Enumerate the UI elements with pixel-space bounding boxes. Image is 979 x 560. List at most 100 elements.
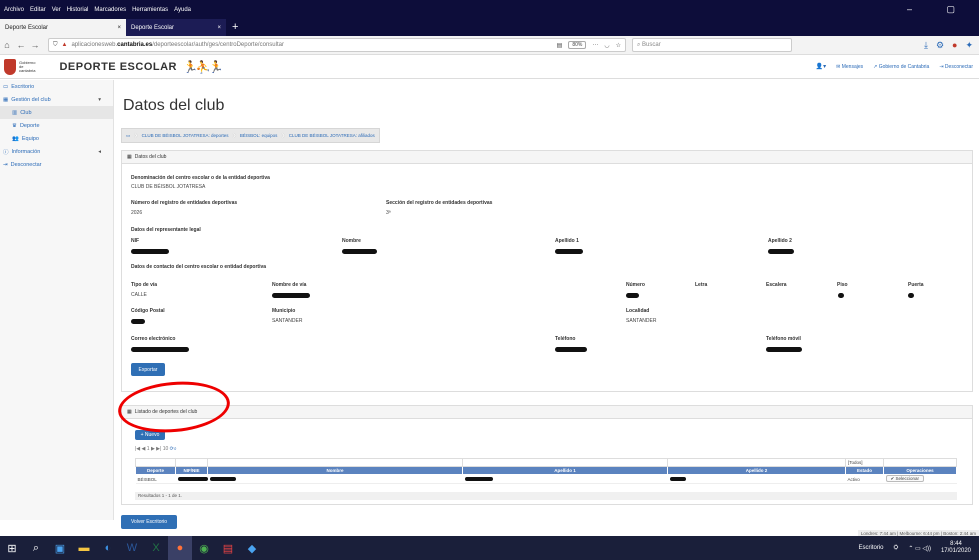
col-deporte[interactable]: Deporte [135,466,176,475]
gobierno-logo[interactable]: Gobierno de cantabria [4,58,36,75]
club-data-panel: ▦ Datos del club Denominación del centro … [121,150,973,392]
star-icon[interactable]: ☆ [616,42,621,49]
pocket-icon[interactable]: ◡ [604,42,609,49]
breadcrumb: ▭ › CLUB DE BÉISBOL JOTATRESA: deportes … [121,128,380,143]
col-nombre[interactable]: Nombre [207,466,463,475]
escalera-label: Escalera [766,282,787,288]
pager-controls[interactable]: |◀ ◀ 1 ▶ ▶| 10 [135,446,168,452]
puerta-label: Puerta [908,282,924,288]
tray-icons[interactable]: ⌃ ▭ ◁)) [908,545,931,552]
filter-cell[interactable] [462,458,668,467]
breadcrumb-separator: › [134,129,138,141]
redacted-apellido1 [464,477,493,482]
filter-cell[interactable] [175,458,208,467]
close-icon[interactable]: × [117,25,121,31]
back-to-desktop-button[interactable]: Volver Escritorio [121,515,177,529]
file-explorer-icon[interactable]: ▬ [72,536,96,560]
cell-nombre [207,474,463,484]
edge-icon[interactable]: ◐ [96,536,120,560]
tipovia-value: CALLE [131,292,147,298]
panel-header: ▦ Datos del club [122,151,972,164]
window-controls[interactable]: – ▢ [907,4,971,15]
panel-title: Datos del club [134,154,167,160]
app-header: Gobierno de cantabria DEPORTE ESCOLAR 🏃⛹… [0,55,979,79]
nombrevia-label: Nombre de vía [272,282,307,288]
table-header-row: Deporte NIF/NIE Nombre Apellido 1 Apelli… [135,466,957,475]
nombre-label: Nombre [342,238,361,244]
clock[interactable]: 8:44 17/01/2020 [941,541,971,555]
menu-marcadores[interactable]: Marcadores [94,7,126,13]
menu-herramientas[interactable]: Herramientas [132,7,168,13]
col-operaciones: Operaciones [883,466,957,475]
addon-icon[interactable]: ✦ [965,40,973,51]
breadcrumb-item-deportes[interactable]: CLUB DE BÉISBOL JOTATRESA: deportes [142,133,229,138]
windows-start-icon[interactable]: ⊞ [0,536,24,560]
search-input[interactable]: ⌕ Buscar [632,38,792,52]
select-button[interactable]: ✔ Seleccionar [885,475,925,482]
seccion-label: Sección del registro de entidades deport… [386,200,493,206]
firefox-icon[interactable]: ● [168,536,192,560]
lock-icon: ▲ [61,42,68,48]
chrome-icon[interactable]: ◉ [192,536,216,560]
filter-cell[interactable] [135,458,176,467]
home-icon[interactable]: ⌂ [0,40,14,50]
filter-estado[interactable]: [Todos] [845,458,884,467]
filter-cell[interactable] [207,458,463,467]
sidebar-item-gestion[interactable]: ▦ Gestión del club ▾ [0,93,113,106]
download-icon[interactable]: ⤓ [924,40,928,51]
header-link-gobierno[interactable]: ↗ Gobierno de Cantabria [873,64,929,70]
sidebar-item-club[interactable]: ▥ Club [0,106,113,119]
clock-time: 8:44 [950,541,962,547]
excel-icon[interactable]: X [144,536,168,560]
photos-icon[interactable]: ▤ [216,536,240,560]
logo-line-3: cantabria [19,67,36,73]
header-link-mensajes[interactable]: ✉ Mensajes [836,64,863,70]
sidebar-item-desconectar[interactable]: ⇥ Desconectar [0,158,113,171]
menu-ayuda[interactable]: Ayuda [174,7,191,13]
forward-icon[interactable]: → [28,40,42,50]
filter-cell [883,458,957,467]
search-icon[interactable]: ⌕ [24,536,48,560]
col-nif[interactable]: NIF/NIE [175,466,208,475]
new-tab-button[interactable]: + [226,19,244,36]
word-icon[interactable]: W [120,536,144,560]
building-icon: ▥ [12,109,18,116]
monitor-icon[interactable]: ▭ [126,133,130,139]
breadcrumb-item-equipos[interactable]: BÉISBOL: equipos [240,133,278,138]
task-view-icon[interactable]: ▣ [48,536,72,560]
breadcrumb-item-afiliados[interactable]: CLUB DE BÉISBOL JOTATRESA: afiliados [289,133,375,138]
close-icon[interactable]: × [217,25,221,31]
sidebar-item-informacion[interactable]: ⓘ Información ◂ [0,145,113,158]
sidebar-item-deporte[interactable]: ♛ Deporte [0,119,113,132]
filter-cell[interactable] [667,458,846,467]
extension-icon[interactable]: ⚙ [936,40,944,51]
user-icon[interactable]: 👤▾ [816,63,826,70]
zoom-level[interactable]: 80% [568,41,587,49]
col-apellido2[interactable]: Apellido 2 [667,466,846,475]
col-estado[interactable]: Estado [845,466,884,475]
col-apellido1[interactable]: Apellido 1 [462,466,668,475]
pager[interactable]: |◀ ◀ 1 ▶ ▶| 10 ⟳⌕ [135,446,177,452]
desktop-label[interactable]: Escritorio [859,545,884,551]
people-icon[interactable]: ⛭ [894,545,899,552]
sidebar-item-label: Equipo [21,135,39,142]
export-button[interactable]: Exportar [131,363,165,376]
tab-deporte-escolar-2[interactable]: Deporte Escolar × [126,19,226,36]
back-icon[interactable]: ← [14,40,28,50]
refresh-icon[interactable]: ⟳⌕ [170,446,177,452]
menu-historial[interactable]: Historial [67,7,89,13]
profile-icon[interactable]: ● [952,40,957,51]
sidebar-item-equipo[interactable]: 👥 Equipo [0,132,113,145]
menu-ver[interactable]: Ver [52,7,61,13]
header-link-desconectar[interactable]: ⇥ Desconectar [939,64,973,70]
filter-row: [Todos] [135,458,957,467]
menu-archivo[interactable]: Archivo [4,7,24,13]
nif-label: NIF [131,238,140,244]
sidebar-item-escritorio[interactable]: ▭ Escritorio [0,80,113,93]
tab-deporte-escolar-1[interactable]: Deporte Escolar × [0,19,126,36]
reader-icon[interactable]: ▤ [557,42,563,49]
more-icon[interactable]: ··· [592,42,598,48]
menu-editar[interactable]: Editar [30,7,46,13]
url-bar[interactable]: ⛉ ▲ aplicacionesweb. cantabria.es/deporte… [48,38,626,52]
app-icon[interactable]: ◆ [240,536,264,560]
